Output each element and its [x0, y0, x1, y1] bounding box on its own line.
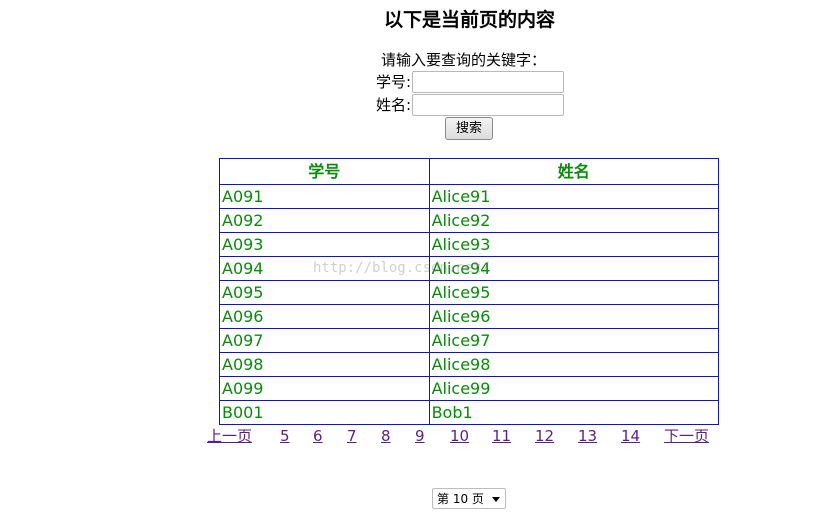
page-select-dropdown[interactable]: 第 10 页 — [432, 488, 506, 509]
student-id-input[interactable] — [412, 70, 564, 93]
next-page-link[interactable]: 下一页 — [664, 426, 709, 446]
cell-student-id: A096 — [219, 304, 430, 329]
table-row: A099 Alice99 — [219, 376, 720, 401]
cell-student-name: Bob1 — [428, 400, 720, 425]
student-name-label: 姓名: — [376, 95, 412, 114]
search-button[interactable]: 搜索 — [445, 117, 493, 140]
column-header-name: 姓名 — [428, 158, 720, 185]
student-name-row: 姓名: — [376, 93, 564, 116]
table-row: A096 Alice96 — [219, 304, 720, 329]
table-row: A092 Alice92 — [219, 208, 720, 233]
cell-student-name: Alice97 — [428, 328, 720, 353]
page-link-14[interactable]: 14 — [621, 426, 640, 446]
cell-student-id: A095 — [219, 280, 430, 305]
cell-student-name: Alice95 — [428, 280, 720, 305]
table-row: A094 Alice94 — [219, 256, 720, 281]
cell-student-name: Alice96 — [428, 304, 720, 329]
page-select-value: 第 10 页 — [437, 492, 484, 506]
student-name-input[interactable] — [412, 93, 564, 116]
cell-student-name: Alice91 — [428, 184, 720, 209]
student-id-label: 学号: — [376, 72, 412, 91]
cell-student-id: B001 — [219, 400, 430, 425]
prev-page-link[interactable]: 上一页 — [207, 426, 252, 446]
page-link-5[interactable]: 5 — [280, 426, 290, 446]
chevron-down-icon — [492, 497, 500, 502]
cell-student-id: A099 — [219, 376, 430, 401]
cell-student-name: Alice92 — [428, 208, 720, 233]
cell-student-name: Alice93 — [428, 232, 720, 257]
page-link-13[interactable]: 13 — [578, 426, 597, 446]
page-link-12[interactable]: 12 — [535, 426, 554, 446]
page-link-9[interactable]: 9 — [415, 426, 425, 446]
results-table: 学号 姓名 A091 Alice91 A092 Alice92 A093 Ali… — [219, 158, 720, 425]
page-link-11[interactable]: 11 — [492, 426, 511, 446]
page-title: 以下是当前页的内容 — [384, 9, 556, 31]
cell-student-id: A091 — [219, 184, 430, 209]
table-header-row: 学号 姓名 — [219, 158, 720, 185]
page-link-7[interactable]: 7 — [347, 426, 357, 446]
table-row: A093 Alice93 — [219, 232, 720, 257]
table-row: A091 Alice91 — [219, 184, 720, 209]
pagination: 上一页 5 6 7 8 9 10 11 12 13 14 下一页 — [0, 426, 817, 446]
table-row: A098 Alice98 — [219, 352, 720, 377]
cell-student-name: Alice94 — [428, 256, 720, 281]
page-link-8[interactable]: 8 — [381, 426, 391, 446]
cell-student-id: A092 — [219, 208, 430, 233]
table-row: A095 Alice95 — [219, 280, 720, 305]
student-id-row: 学号: — [376, 70, 564, 93]
page-link-10-current[interactable]: 10 — [450, 426, 469, 446]
cell-student-id: A097 — [219, 328, 430, 353]
cell-student-name: Alice99 — [428, 376, 720, 401]
page-link-6[interactable]: 6 — [313, 426, 323, 446]
table-row: A097 Alice97 — [219, 328, 720, 353]
cell-student-name: Alice98 — [428, 352, 720, 377]
table-row: B001 Bob1 — [219, 400, 720, 425]
search-prompt: 请输入要查询的关键字： — [381, 51, 547, 69]
cell-student-id: A094 — [219, 256, 430, 281]
cell-student-id: A098 — [219, 352, 430, 377]
column-header-id: 学号 — [219, 158, 430, 185]
cell-student-id: A093 — [219, 232, 430, 257]
